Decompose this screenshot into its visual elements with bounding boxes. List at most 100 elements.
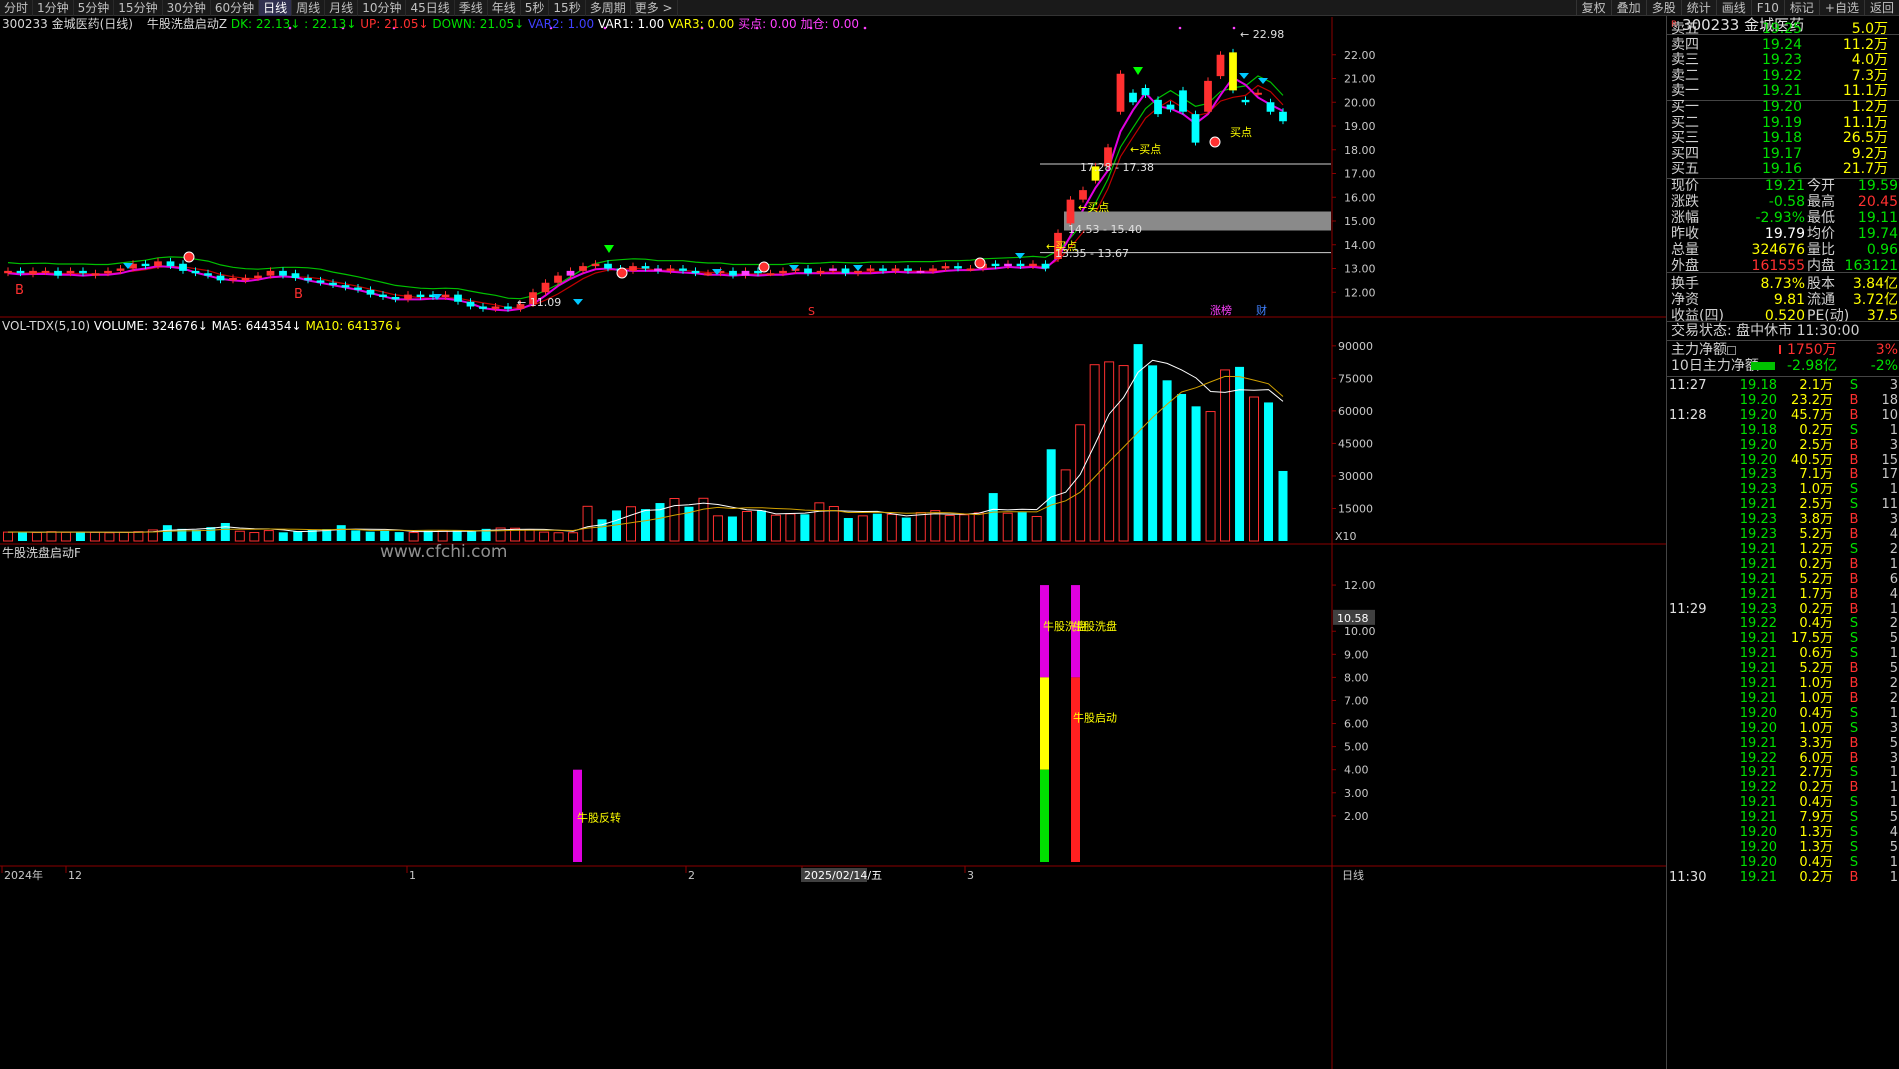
candle bbox=[604, 263, 612, 269]
chart-area[interactable]: 22.0021.0020.0019.0018.0017.0016.0015.00… bbox=[0, 17, 1666, 1069]
buy-point-label-4: 买点 bbox=[1230, 126, 1252, 139]
volume-bar bbox=[1264, 402, 1274, 541]
period-tab-5[interactable]: 60分钟 bbox=[211, 0, 260, 16]
period-tab-0[interactable]: 分时 bbox=[0, 0, 34, 16]
candle bbox=[1204, 80, 1212, 112]
volume-bar bbox=[278, 532, 288, 541]
wash-bar-middle bbox=[1040, 677, 1049, 770]
price-tick-label-6: 16.00 bbox=[1344, 191, 1376, 204]
top-dot-8 bbox=[863, 26, 867, 30]
volume-bar bbox=[770, 514, 781, 542]
tool-button-5[interactable]: F10 bbox=[1750, 0, 1784, 16]
candle bbox=[79, 270, 87, 274]
reverse-label: 牛股反转 bbox=[577, 811, 621, 825]
quote-panel: R 300233 金城医药 卖五 19.25 5.0万 卖四 19.24 11.… bbox=[1666, 16, 1899, 1069]
tool-button-1[interactable]: 叠加 bbox=[1610, 0, 1646, 16]
tick-price: 19.21 bbox=[1739, 869, 1777, 885]
volume-bar bbox=[380, 530, 390, 541]
period-tab-11[interactable]: 季线 bbox=[455, 0, 488, 16]
dk2-value: : 22.13 bbox=[304, 17, 347, 31]
period-tab-2[interactable]: 5分钟 bbox=[74, 0, 115, 16]
period-tab-16[interactable]: 更多 > bbox=[631, 0, 678, 16]
candle bbox=[41, 270, 50, 273]
candle bbox=[504, 306, 512, 309]
wash-label-2: 牛股洗盘 bbox=[1073, 619, 1117, 633]
wash-bar-bottom bbox=[1040, 769, 1049, 862]
candle bbox=[4, 270, 12, 274]
period-tab-8[interactable]: 月线 bbox=[325, 0, 359, 16]
candle bbox=[1016, 263, 1025, 267]
candle bbox=[929, 268, 937, 271]
period-tab-13[interactable]: 5秒 bbox=[521, 0, 550, 16]
indicator-tick-label-2: 9.00 bbox=[1344, 648, 1369, 661]
candle bbox=[554, 275, 562, 283]
tool-button-7[interactable]: +自选 bbox=[1818, 0, 1864, 16]
candle bbox=[116, 268, 125, 271]
bottom-period-label: 日线 bbox=[1342, 868, 1364, 882]
candle bbox=[466, 301, 475, 307]
period-tab-1[interactable]: 1分钟 bbox=[33, 0, 74, 16]
volume-bar bbox=[467, 531, 477, 541]
candle bbox=[916, 270, 925, 273]
volume-indicator-name[interactable]: VOL-TDX(5,10) bbox=[2, 319, 90, 333]
volume-bar bbox=[17, 531, 27, 541]
volume-bar bbox=[293, 531, 303, 541]
price-tick-label-7: 15.00 bbox=[1344, 215, 1376, 228]
period-tab-7[interactable]: 周线 bbox=[292, 0, 326, 16]
tool-button-2[interactable]: 多股 bbox=[1645, 0, 1681, 16]
flow-checkbox-icon[interactable] bbox=[1727, 346, 1736, 355]
coin-icon bbox=[1209, 136, 1221, 148]
tool-button-8[interactable]: 返回 bbox=[1863, 0, 1899, 16]
period-tab-3[interactable]: 15分钟 bbox=[114, 0, 163, 16]
volume-bar bbox=[263, 530, 274, 542]
sub-indicator-name[interactable]: 牛股洗盘启动F bbox=[2, 546, 81, 560]
volume-bar bbox=[60, 531, 71, 542]
up-value: UP: 21.05 bbox=[360, 17, 419, 31]
buy-point-label-1: ←买点 bbox=[1130, 143, 1161, 156]
candle bbox=[166, 261, 175, 267]
candle bbox=[966, 268, 975, 271]
candle bbox=[1166, 104, 1175, 110]
volume-bar bbox=[220, 523, 230, 541]
period-tab-14[interactable]: 15秒 bbox=[549, 0, 586, 16]
volume-bar bbox=[959, 514, 970, 542]
tool-button-3[interactable]: 统计 bbox=[1680, 0, 1716, 16]
flow10-pct: -2% bbox=[1870, 358, 1898, 374]
period-tab-10[interactable]: 45日线 bbox=[406, 0, 455, 16]
volume-bar bbox=[234, 530, 245, 542]
indicator-tick-label-6: 5.00 bbox=[1344, 741, 1369, 754]
candle bbox=[741, 270, 750, 276]
volume-bar bbox=[1017, 512, 1027, 541]
add-value: 加仓: 0.00 bbox=[800, 17, 860, 31]
down-value: DOWN: 21.05 bbox=[432, 17, 515, 31]
butterfly-icon bbox=[1239, 73, 1249, 79]
period-tab-6[interactable]: 日线 bbox=[259, 0, 293, 16]
candle bbox=[254, 275, 262, 278]
period-tab-9[interactable]: 10分钟 bbox=[358, 0, 407, 16]
volume-bar bbox=[31, 532, 42, 542]
candle bbox=[1116, 73, 1125, 112]
candle bbox=[454, 294, 462, 302]
tool-button-4[interactable]: 画线 bbox=[1715, 0, 1751, 16]
top-toolbar: 分时 1分钟 5分钟 15分钟 30分钟 60分钟 日线 周线 月线 10分钟 45日线 季线 年线 5秒… bbox=[0, 0, 1899, 16]
volume-bar bbox=[3, 531, 13, 542]
butterfly-icon bbox=[1258, 78, 1268, 84]
candle bbox=[1191, 114, 1200, 143]
period-tab-4[interactable]: 30分钟 bbox=[163, 0, 211, 16]
volume-bar bbox=[1133, 344, 1143, 541]
sell-signal-s: S bbox=[808, 305, 815, 318]
candle bbox=[816, 270, 825, 274]
volume-bar bbox=[857, 515, 868, 542]
volume-bar bbox=[408, 532, 419, 542]
volume-bar bbox=[1089, 364, 1100, 542]
price-tick-label-4: 18.00 bbox=[1344, 144, 1376, 157]
indicator-name[interactable]: 牛股洗盘启动Z bbox=[147, 17, 227, 31]
tool-button-0[interactable]: 复权 bbox=[1575, 0, 1611, 16]
candle bbox=[1004, 263, 1012, 267]
candle bbox=[841, 268, 850, 274]
flow10-row: 10日主力净额 -2.98亿 -2% bbox=[1667, 357, 1899, 376]
period-tab-15[interactable]: 多周期 bbox=[586, 0, 631, 16]
period-tab-12[interactable]: 年线 bbox=[488, 0, 521, 16]
tool-button-6[interactable]: 标记 bbox=[1783, 0, 1819, 16]
volume-bar bbox=[843, 518, 853, 541]
